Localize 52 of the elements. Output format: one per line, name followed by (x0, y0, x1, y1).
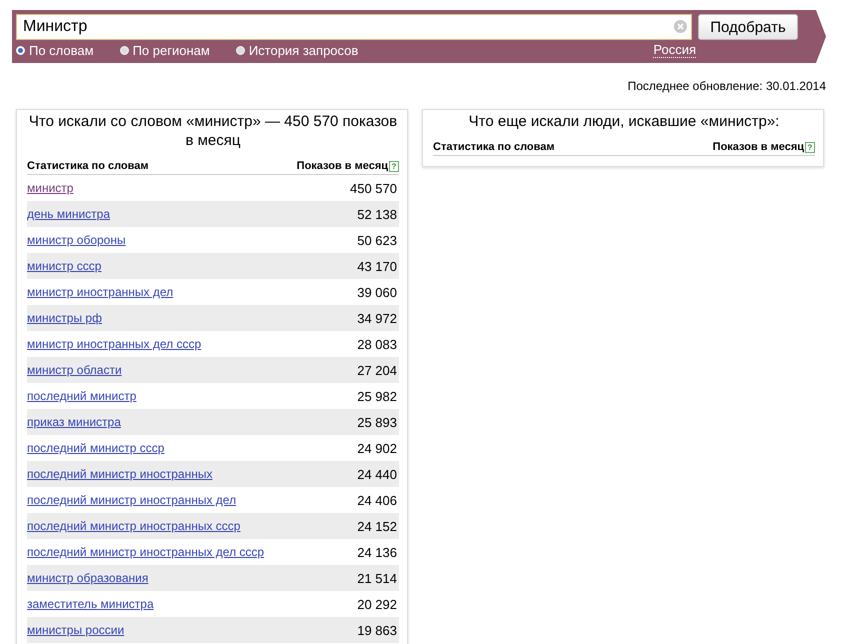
phrase-link[interactable]: министр иностранных дел (27, 285, 174, 299)
phrase-link[interactable]: последний министр иностранных (27, 467, 212, 481)
phrase-link[interactable]: день министра (27, 207, 110, 221)
phrase-link[interactable]: приказ министра (27, 415, 121, 429)
count-cell-text: 21 514 (357, 570, 398, 586)
mode-radio[interactable]: История запросов (236, 43, 358, 58)
phrase-link[interactable]: последний министр иностранных дел ссср (27, 545, 264, 559)
phrase-link[interactable]: министр иностранных дел ссср (27, 337, 202, 351)
count-cell-text: 50 623 (357, 232, 398, 248)
count-cell-text: 34 972 (357, 310, 398, 326)
column-header: Статистика по словам (27, 160, 149, 172)
phrase-link[interactable]: последний министр иностранных ссср (27, 519, 240, 533)
panel-title: Что искали со словом «министр» — 450 570 показов в месяц (28, 112, 398, 151)
help-icon[interactable]: ? (805, 142, 815, 152)
phrase-link[interactable]: последний министр (27, 389, 136, 403)
count-cell-text: 28 083 (357, 336, 398, 352)
count-cell-text: 24 136 (357, 544, 398, 560)
mode-radio[interactable]: По регионам (120, 43, 210, 58)
phrase-link[interactable]: министр (27, 181, 74, 195)
search-field[interactable]: Министр (16, 14, 692, 40)
count-cell-text: 52 138 (357, 206, 398, 222)
phrase-link[interactable]: последний министр ссср (27, 441, 164, 455)
count-cell-text: 25 982 (357, 388, 398, 404)
count-cell-text: 25 893 (357, 414, 398, 430)
count-cell-text: 20 292 (357, 596, 398, 612)
region-link[interactable]: Россия (653, 43, 696, 58)
count-cell-text: 24 406 (357, 492, 398, 508)
column-header: Показов в месяц (296, 160, 388, 172)
count-cell-text: 450 570 (350, 180, 398, 196)
count-cell-text: 24 152 (357, 518, 398, 534)
phrase-link[interactable]: министры россии (27, 623, 124, 637)
count-cell-text: 43 170 (357, 258, 398, 274)
phrase-link[interactable]: последний министр иностранных дел (27, 493, 236, 507)
column-header: Статистика по словам (433, 141, 555, 153)
panel-title: Что еще искали люди, искавшие «министр»: (468, 112, 780, 132)
phrase-link[interactable]: министр ссср (27, 259, 102, 273)
last-update: Последнее обновление: 30.01.2014 (626, 79, 826, 93)
count-cell-text: 27 204 (357, 362, 398, 378)
clear-icon[interactable] (674, 20, 687, 33)
column-header: Показов в месяц (712, 141, 804, 153)
help-icon[interactable]: ? (389, 160, 399, 172)
count-cell-text: 19 863 (357, 622, 398, 638)
mode-radio[interactable]: По словам (16, 43, 94, 58)
count-cell-text: 24 902 (357, 440, 398, 456)
submit-button[interactable]: Подобрать (698, 14, 798, 40)
phrase-link[interactable]: министры рф (27, 311, 102, 325)
count-cell-text: 24 440 (357, 466, 398, 482)
phrase-link[interactable]: министр обороны (27, 233, 126, 247)
phrase-link[interactable]: министр области (27, 363, 122, 377)
phrase-link[interactable]: министр образования (27, 571, 148, 585)
phrase-link[interactable]: заместитель министра (27, 597, 154, 611)
count-cell-text: 39 060 (357, 284, 398, 300)
